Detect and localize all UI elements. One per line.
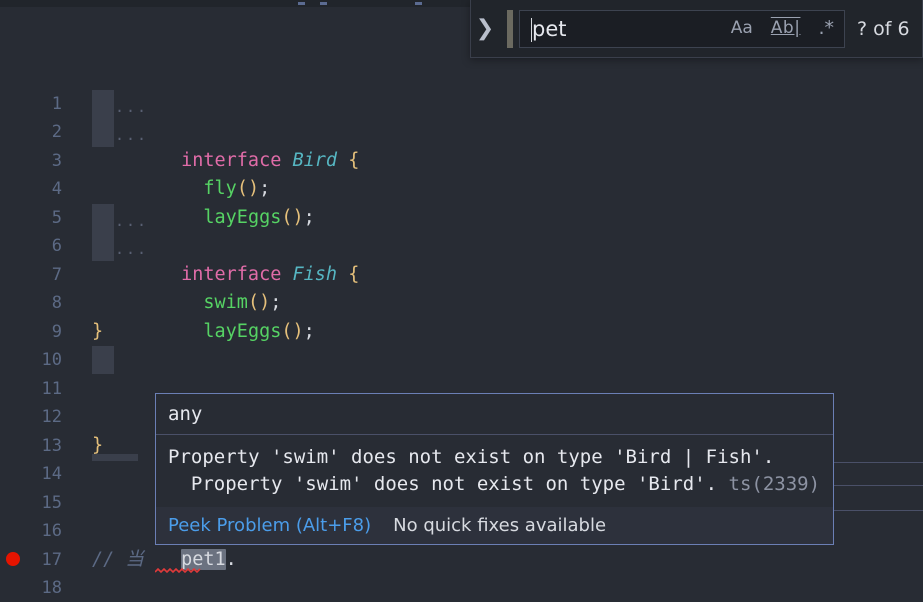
find-input[interactable]: pet Aa Ab| .* [519,9,845,48]
code-line[interactable]: 4 } [0,147,923,228]
error-code: ts(2339) [728,473,821,495]
error-message-line-2: Property 'swim' does not exist on type '… [168,473,729,495]
editor-window: 1 interface Bird { 2 fly(); 3 layEggs();… [0,0,923,602]
find-options: Aa Ab| .* [727,11,838,47]
whitespace-dots: ··· [115,244,149,262]
whitespace-highlight [92,203,114,261]
code-line[interactable]: 10 function getSmallPet(): Fish | Bird { [0,318,923,427]
hover-actions-bar: Peek Problem (Alt+F8) No quick fixes ava… [156,507,833,544]
ruler-mark [320,2,327,5]
text-caret [531,17,532,42]
ruler-mark [415,2,422,5]
whitespace-highlight [92,346,114,374]
panel-divider [834,462,923,463]
code-line[interactable]: 8 } [0,261,923,342]
hover-tooltip[interactable]: any Property 'swim' does not exist on ty… [155,393,834,545]
error-message-line-2-wrap: Property 'swim' does not exist on type '… [168,471,821,498]
find-input-value: pet [532,16,567,41]
peek-problem-link[interactable]: Peek Problem (Alt+F8) [168,515,371,536]
find-widget-scrollbar[interactable] [507,10,513,48]
panel-divider [834,485,923,486]
hover-type-text: any [168,403,203,425]
whitespace-highlight [92,89,114,147]
whitespace-dots: ··· [115,102,149,120]
find-widget[interactable]: ❯ pet Aa Ab| .* ? of 6 [470,0,923,58]
chevron-right-icon[interactable]: ❯ [471,0,499,57]
whole-word-icon[interactable]: Ab| [767,18,805,39]
error-message-line-1: Property 'swim' does not exist on type '… [168,446,775,468]
hover-error-section: Property 'swim' does not exist on type '… [156,434,833,507]
code-line[interactable]: 9 [0,289,923,342]
whitespace-dots: ··· [115,130,149,148]
use-regex-icon[interactable]: .* [814,17,838,40]
code-line[interactable]: 11 return; [0,346,923,456]
error-squiggle [155,568,201,574]
ruler-mark [298,2,305,5]
find-match-count: ? of 6 [857,17,910,40]
no-quick-fixes-label: No quick fixes available [393,515,607,536]
match-case-icon[interactable]: Aa [727,18,757,39]
hover-type-section: any [156,394,833,434]
whitespace-highlight [92,454,138,461]
panel-divider [834,510,923,511]
code-line[interactable]: 5 interface Fish { [0,175,923,285]
code-line[interactable]: 18 pet1.swim(); [0,546,923,598]
whitespace-dots: ··· [115,216,149,234]
line-number: 18 [41,578,62,598]
code-line[interactable]: 1 interface Bird { [0,61,923,171]
